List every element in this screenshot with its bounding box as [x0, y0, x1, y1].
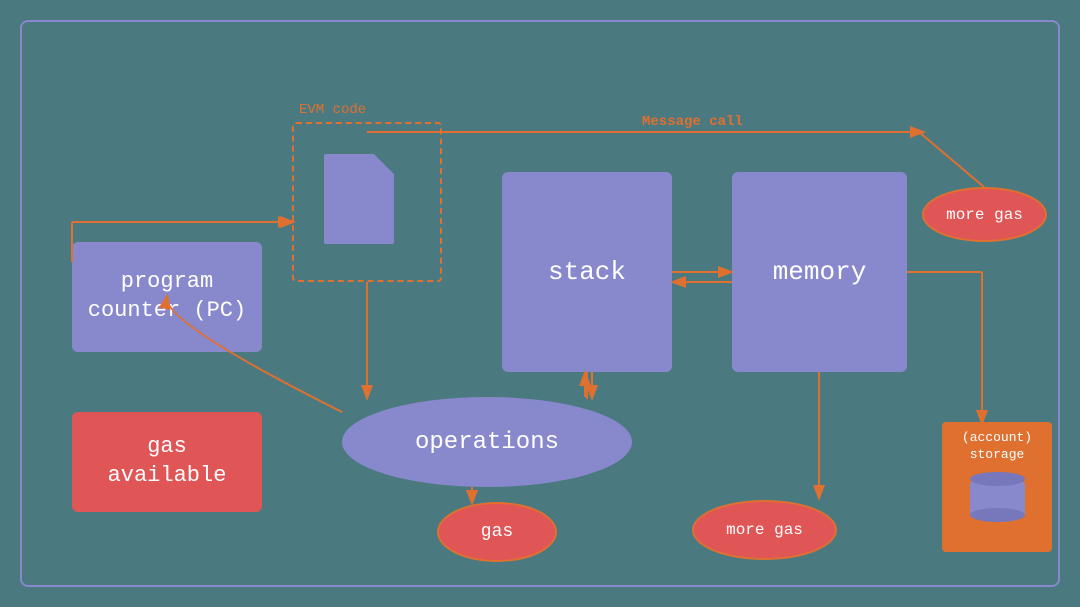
stack-label: stack	[548, 257, 626, 287]
gas-available-box: gas available	[72, 412, 262, 512]
operations-label: operations	[415, 429, 559, 456]
message-call-label: Message call	[642, 114, 743, 130]
main-container: program counter (PC) gas available EVM c…	[20, 20, 1060, 587]
doc-fold	[374, 154, 394, 174]
cylinder-icon	[967, 472, 1027, 522]
program-counter-box: program counter (PC)	[72, 242, 262, 352]
operations-ellipse: operations	[342, 397, 632, 487]
more-gas-right-ellipse: more gas	[692, 500, 837, 560]
gas-available-label: gas available	[108, 433, 227, 490]
more-gas-top-label: more gas	[946, 206, 1023, 224]
more-gas-right-label: more gas	[726, 521, 803, 539]
cylinder-top	[970, 472, 1025, 486]
memory-box: memory	[732, 172, 907, 372]
gas-ellipse: gas	[437, 502, 557, 562]
document-icon	[324, 154, 394, 244]
evm-code-label: EVM code	[299, 102, 366, 118]
account-storage-label: (account) storage	[962, 430, 1032, 464]
stack-box: stack	[502, 172, 672, 372]
memory-label: memory	[773, 257, 867, 287]
gas-label: gas	[481, 522, 513, 542]
evm-code-box: EVM code	[292, 122, 442, 282]
more-gas-top-ellipse: more gas	[922, 187, 1047, 242]
cylinder-bottom	[970, 508, 1025, 522]
program-counter-label: program counter (PC)	[88, 268, 246, 325]
account-storage-box: (account) storage	[942, 422, 1052, 552]
